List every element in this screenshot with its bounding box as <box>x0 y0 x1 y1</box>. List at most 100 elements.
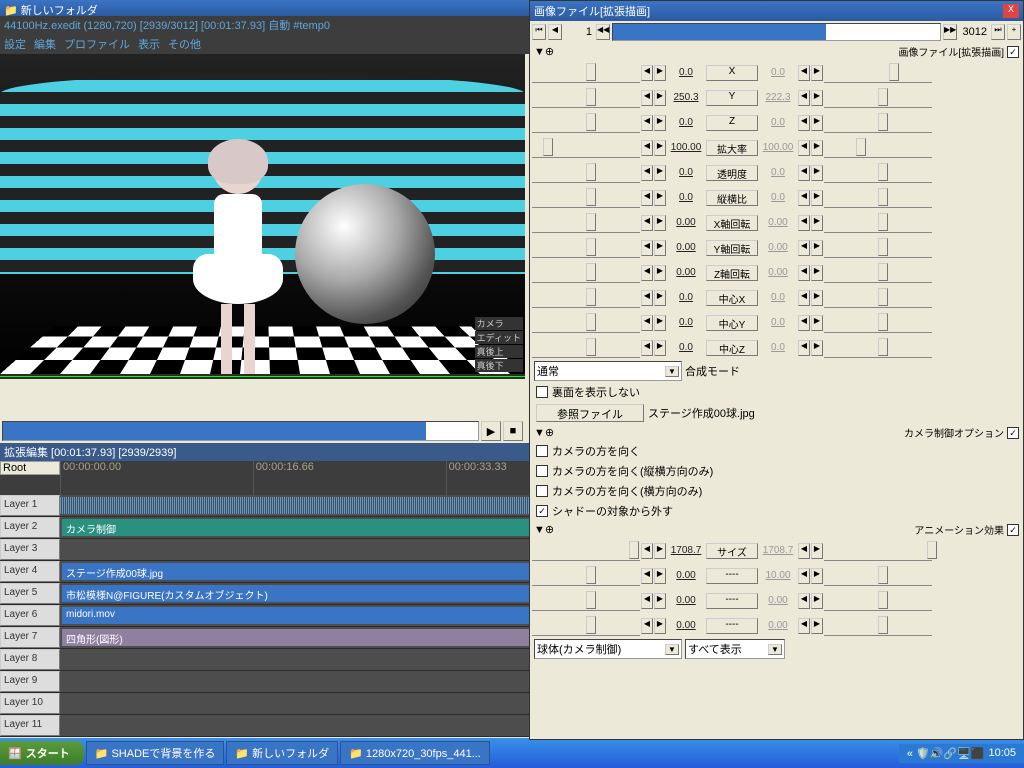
dec-button[interactable]: ◀ <box>641 240 653 256</box>
param-slider-right[interactable] <box>824 238 932 258</box>
inc-button[interactable]: ▶ <box>654 618 666 634</box>
param-name-button[interactable]: 中心Z <box>706 340 758 356</box>
timeline-clip[interactable]: 四角形(図形) <box>62 629 542 646</box>
param-slider-left[interactable] <box>532 213 640 233</box>
param-slider-left[interactable] <box>532 63 640 83</box>
inc-button[interactable]: ▶ <box>654 315 666 331</box>
dec-button[interactable]: ◀ <box>798 240 810 256</box>
param-value-end[interactable]: 10.00 <box>759 570 797 581</box>
viewport-badge[interactable]: 真後上 <box>475 345 523 358</box>
param-slider-left[interactable] <box>532 541 640 561</box>
inc-button[interactable]: ▶ <box>811 265 823 281</box>
inc-button[interactable]: ▶ <box>811 240 823 256</box>
param-slider-left[interactable] <box>532 263 640 283</box>
dec-button[interactable]: ◀ <box>798 90 810 106</box>
inc-button[interactable]: ▶ <box>811 315 823 331</box>
inc-button[interactable]: ▶ <box>811 190 823 206</box>
inc-button[interactable]: ▶ <box>654 265 666 281</box>
param-value[interactable]: 0.00 <box>667 595 705 606</box>
param-slider-right[interactable] <box>824 313 932 333</box>
dec-button[interactable]: ◀ <box>798 115 810 131</box>
menu-item[interactable]: 設定 <box>4 36 26 52</box>
step-fwd-button[interactable]: ▶▶ <box>943 24 957 40</box>
dec-button[interactable]: ◀ <box>641 265 653 281</box>
menu-item[interactable]: 編集 <box>34 36 56 52</box>
inc-button[interactable]: ▶ <box>811 215 823 231</box>
param-slider-left[interactable] <box>532 88 640 108</box>
layer-label[interactable]: Layer 9 <box>0 671 60 692</box>
stop-button[interactable]: ■ <box>503 421 523 441</box>
dec-button[interactable]: ◀ <box>798 165 810 181</box>
camera-option-row[interactable]: カメラの方を向く(縦横方向のみ) <box>530 461 1023 481</box>
param-name-button[interactable]: 中心Y <box>706 315 758 331</box>
param-name-button[interactable]: ---- <box>706 618 758 634</box>
param-name-button[interactable]: 透明度 <box>706 165 758 181</box>
param-value[interactable]: 0.00 <box>667 620 705 631</box>
param-slider-right[interactable] <box>824 288 932 308</box>
dec-button[interactable]: ◀ <box>641 65 653 81</box>
inc-button[interactable]: ▶ <box>811 593 823 609</box>
inc-button[interactable]: ▶ <box>811 65 823 81</box>
param-name-button[interactable]: Z <box>706 115 758 131</box>
param-slider-right[interactable] <box>824 616 932 636</box>
inc-button[interactable]: ▶ <box>654 543 666 559</box>
inc-button[interactable]: ▶ <box>654 593 666 609</box>
param-slider-right[interactable] <box>824 63 932 83</box>
param-value[interactable]: 0.0 <box>667 292 705 303</box>
param-value-end[interactable]: 0.0 <box>759 192 797 203</box>
param-value[interactable]: 1708.7 <box>667 545 705 556</box>
inc-button[interactable]: ▶ <box>654 290 666 306</box>
layer-label[interactable]: Layer 6 <box>0 605 60 626</box>
viewport-badge[interactable]: エディット <box>475 331 523 344</box>
dec-button[interactable]: ◀ <box>798 543 810 559</box>
inc-button[interactable]: ▶ <box>811 618 823 634</box>
dec-button[interactable]: ◀ <box>798 140 810 156</box>
play-button[interactable]: ▶ <box>481 421 501 441</box>
prev-button[interactable]: ◀ <box>548 24 562 40</box>
param-slider-right[interactable] <box>824 213 932 233</box>
display-combo[interactable]: すべて表示▼ <box>685 639 785 659</box>
param-value-end[interactable]: 0.0 <box>759 292 797 303</box>
inc-button[interactable]: ▶ <box>654 340 666 356</box>
dec-button[interactable]: ◀ <box>798 568 810 584</box>
param-value[interactable]: 0.0 <box>667 192 705 203</box>
camera-option-row[interactable]: カメラの方を向く <box>530 441 1023 461</box>
checkbox[interactable] <box>536 485 548 497</box>
blend-mode-combo[interactable]: 通常▼ <box>534 361 682 381</box>
taskbar-button[interactable]: 📁 新しいフォルダ <box>226 741 338 765</box>
sect3-checkbox[interactable]: ✓ <box>1007 524 1019 536</box>
param-value-end[interactable]: 1708.7 <box>759 545 797 556</box>
param-value[interactable]: 100.00 <box>667 142 705 153</box>
inc-button[interactable]: ▶ <box>654 65 666 81</box>
dec-button[interactable]: ◀ <box>641 290 653 306</box>
dec-button[interactable]: ◀ <box>641 190 653 206</box>
param-slider-right[interactable] <box>824 138 932 158</box>
panel-titlebar[interactable]: 画像ファイル[拡張描画]X <box>530 1 1023 21</box>
inc-button[interactable]: ▶ <box>811 543 823 559</box>
taskbar-button[interactable]: 📁 SHADEで背景を作る <box>86 741 225 765</box>
inc-button[interactable]: ▶ <box>811 290 823 306</box>
checkbox[interactable]: ✓ <box>536 505 548 517</box>
param-value[interactable]: 0.00 <box>667 242 705 253</box>
param-value[interactable]: 0.0 <box>667 167 705 178</box>
param-name-button[interactable]: ---- <box>706 593 758 609</box>
dec-button[interactable]: ◀ <box>641 543 653 559</box>
param-slider-left[interactable] <box>532 566 640 586</box>
dec-button[interactable]: ◀ <box>798 65 810 81</box>
dec-button[interactable]: ◀ <box>641 165 653 181</box>
param-value-end[interactable]: 0.0 <box>759 317 797 328</box>
dec-button[interactable]: ◀ <box>641 340 653 356</box>
inc-button[interactable]: ▶ <box>654 165 666 181</box>
inc-button[interactable]: ▶ <box>811 340 823 356</box>
param-slider-left[interactable] <box>532 138 640 158</box>
param-value[interactable]: 0.00 <box>667 217 705 228</box>
param-value-end[interactable]: 0.00 <box>759 595 797 606</box>
param-slider-left[interactable] <box>532 616 640 636</box>
menu-item[interactable]: 表示 <box>138 36 160 52</box>
param-slider-right[interactable] <box>824 88 932 108</box>
param-value[interactable]: 0.0 <box>667 117 705 128</box>
param-slider-left[interactable] <box>532 313 640 333</box>
checkbox[interactable] <box>536 465 548 477</box>
param-value-end[interactable]: 0.00 <box>759 620 797 631</box>
timeline-clip[interactable]: 市松模様N@FIGURE(カスタムオブジェクト) <box>62 585 542 602</box>
